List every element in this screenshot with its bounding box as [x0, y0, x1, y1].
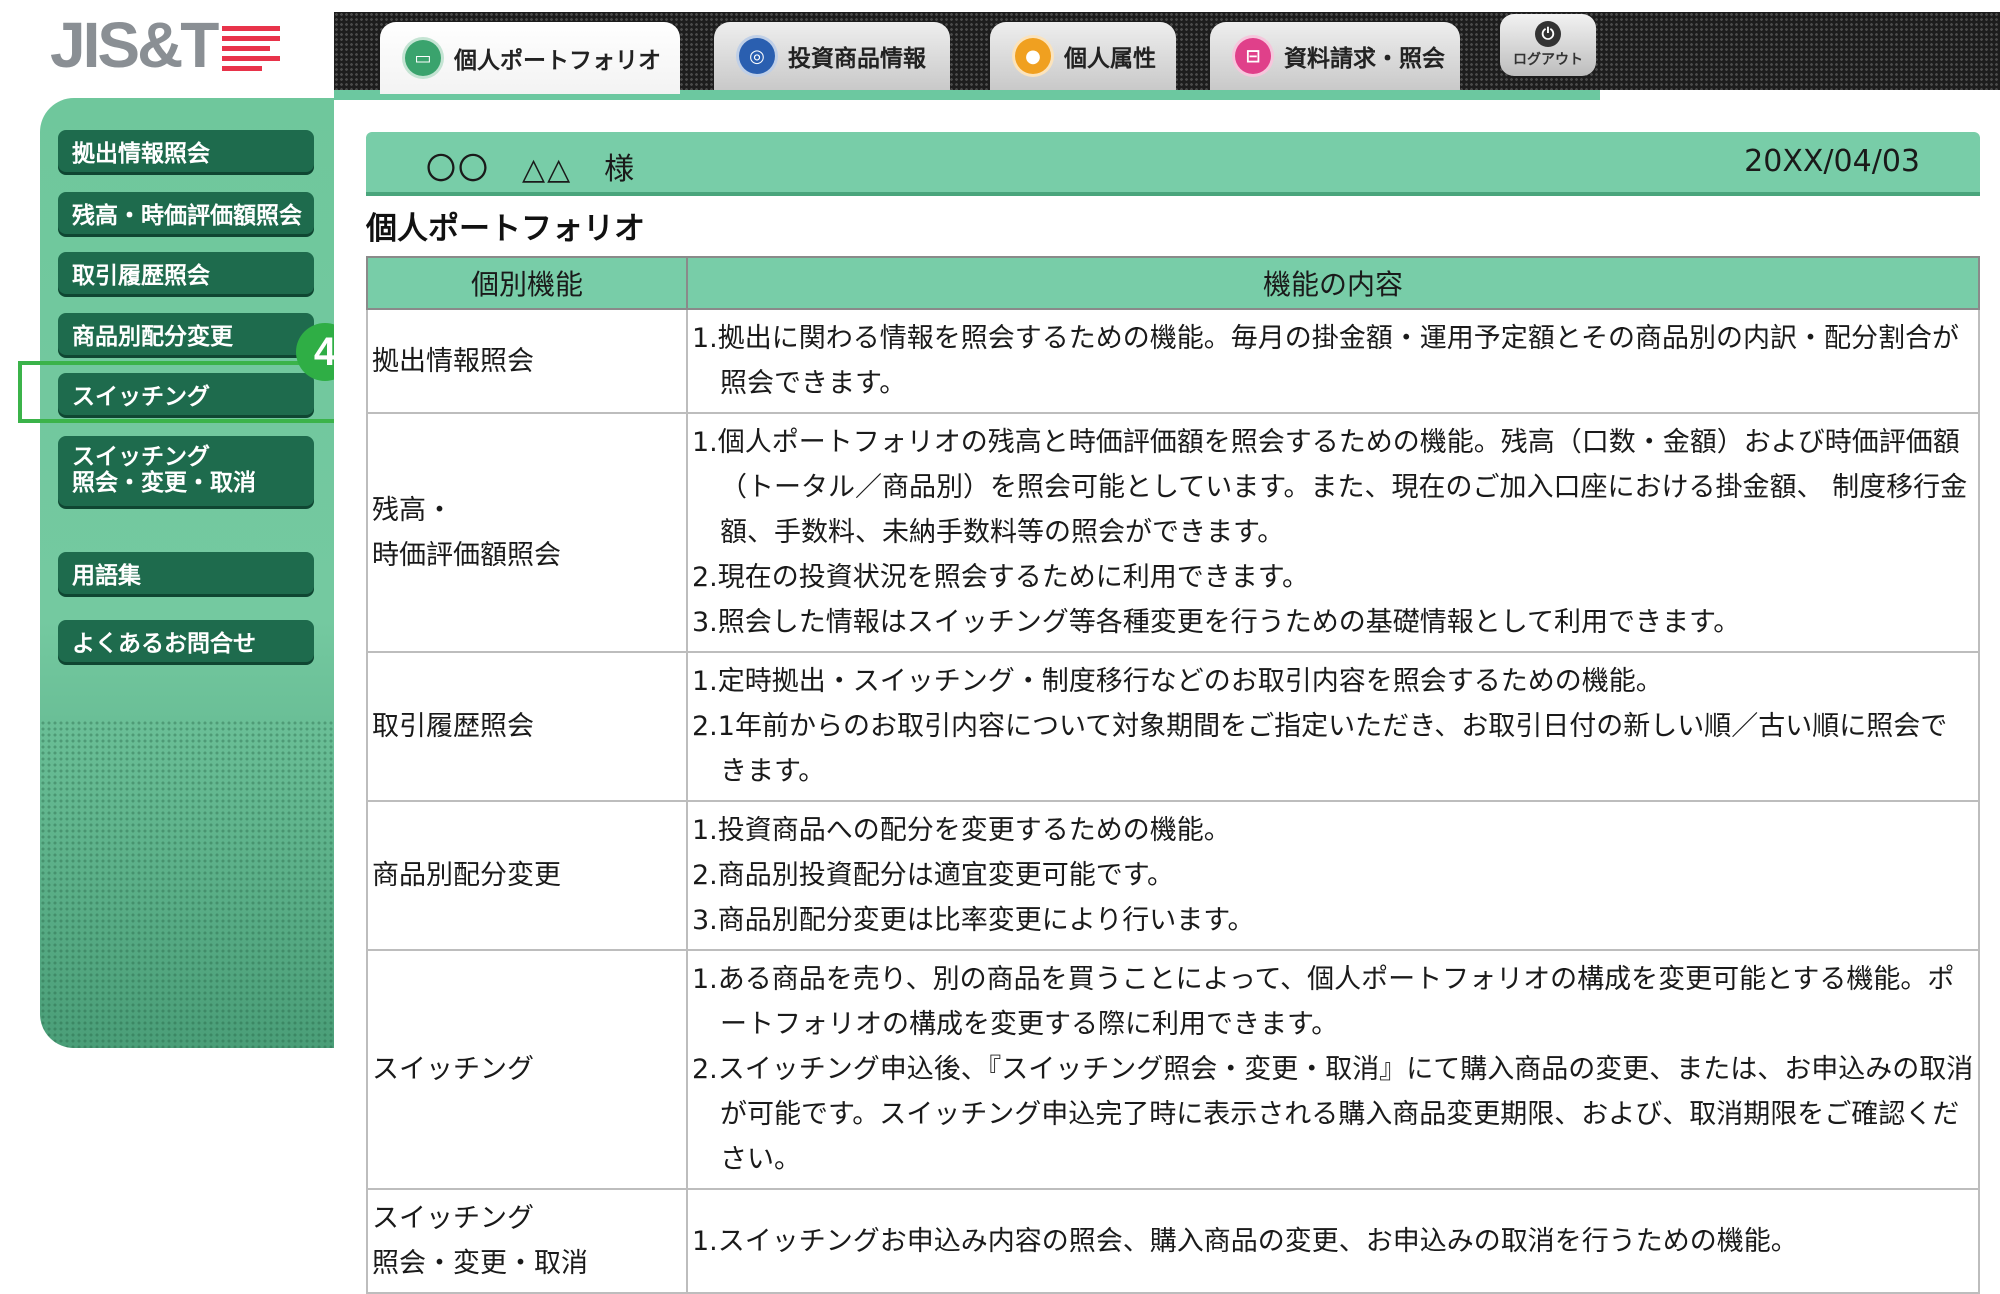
sidebar-item-transaction-history[interactable]: 取引履歴照会 — [58, 252, 314, 294]
function-table: 個別機能 機能の内容 拠出情報照会 1.拠出に関わる情報を照会するための機能。毎月… — [366, 256, 1980, 1294]
tab-personal-portfolio[interactable]: ▭ 個人ポートフォリオ — [380, 22, 680, 94]
function-description-cell: 1.定時拠出・スイッチング・制度移行などのお取引内容を照会するための機能。 2.1… — [686, 651, 1980, 802]
table-row: 残高・ 時価評価額照会 1.個人ポートフォリオの残高と時価評価額を照会するための機… — [366, 412, 1980, 653]
table-row: 拠出情報照会 1.拠出に関わる情報を照会するための機能。毎月の掛金額・運用予定額と… — [366, 308, 1980, 414]
description-item: 1.定時拠出・スイッチング・制度移行などのお取引内容を照会するための機能。 — [692, 666, 1663, 697]
description-item: 2.1年前からのお取引内容について対象期間をご指定いただき、お取引日付の新しい順… — [692, 711, 1948, 787]
description-item: 1.投資商品への配分を変更するための機能。 — [692, 815, 1231, 846]
description-item: 3.商品別配分変更は比率変更により行います。 — [692, 905, 1255, 936]
sidebar-item-faq[interactable]: よくあるお問合せ — [58, 620, 314, 662]
table-row: スイッチング 1.ある商品を売り、別の商品を買うことによって、個人ポートフォリオの… — [366, 949, 1980, 1190]
description-item: 1.ある商品を売り、別の商品を買うことによって、個人ポートフォリオの構成を変更可… — [692, 964, 1955, 1040]
tab-label: 資料請求・照会 — [1284, 46, 1445, 72]
description-item: 1.スイッチングお申込み内容の照会、購入商品の変更、お申込みの取消を行うための機… — [692, 1225, 1798, 1257]
sidebar-item-switching-inquiry[interactable]: スイッチング 照会・変更・取消 — [58, 436, 314, 506]
table-row: スイッチング 照会・変更・取消 1.スイッチングお申込み内容の照会、購入商品の変更… — [366, 1188, 1980, 1294]
person-icon: ● — [1012, 35, 1054, 77]
tab-personal-attributes[interactable]: ● 個人属性 — [990, 22, 1176, 90]
function-description-cell: 1.投資商品への配分を変更するための機能。 2.商品別投資配分は適宜変更可能です。… — [686, 800, 1980, 951]
description-item: 2.現在の投資状況を照会するために利用できます。 — [692, 562, 1310, 593]
logout-button[interactable]: ⏻ ログアウト — [1500, 14, 1596, 76]
description-item: 2.商品別投資配分は適宜変更可能です。 — [692, 860, 1175, 891]
table-row: 取引履歴照会 1.定時拠出・スイッチング・制度移行などのお取引内容を照会するための… — [366, 651, 1980, 802]
jist-logo: JIS&T — [50, 8, 300, 88]
user-info-bar: 〇〇 △△ 様 20XX/04/03 — [366, 132, 1980, 196]
function-name-cell: スイッチング 照会・変更・取消 — [366, 1188, 688, 1294]
page-title: 個人ポートフォリオ — [366, 211, 645, 247]
sidebar-item-glossary[interactable]: 用語集 — [58, 552, 314, 594]
column-header-function: 個別機能 — [366, 256, 688, 310]
sidebar-texture — [40, 720, 334, 1048]
user-name: 〇〇 △△ 様 — [426, 152, 637, 187]
function-description-cell: 1.ある商品を売り、別の商品を買うことによって、個人ポートフォリオの構成を変更可… — [686, 949, 1980, 1190]
logout-icon: ⏻ — [1535, 21, 1561, 47]
function-description-cell: 1.個人ポートフォリオの残高と時価評価額を照会するための機能。残高（口数・金額）… — [686, 412, 1980, 653]
tab-document-request[interactable]: ⊟ 資料請求・照会 — [1210, 22, 1460, 90]
switching-highlight-box — [18, 361, 344, 423]
description-item: 2.スイッチング申込後、『スイッチング照会・変更・取消』にて購入商品の変更、また… — [692, 1054, 1974, 1175]
function-description-cell: 1.拠出に関わる情報を照会するための機能。毎月の掛金額・運用予定額とその商品別の… — [686, 308, 1980, 414]
sidebar-item-allocation-change[interactable]: 商品別配分変更 — [58, 313, 314, 355]
description-item: 1.拠出に関わる情報を照会するための機能。毎月の掛金額・運用予定額とその商品別の… — [692, 323, 1959, 399]
column-header-description: 機能の内容 — [686, 256, 1980, 310]
table-header-row: 個別機能 機能の内容 — [366, 256, 1980, 310]
function-name-cell: 取引履歴照会 — [366, 651, 688, 802]
function-name-cell: 残高・ 時価評価額照会 — [366, 412, 688, 653]
tab-investment-products[interactable]: ◎ 投資商品情報 — [714, 22, 950, 90]
sidebar-item-balance-inquiry[interactable]: 残高・時価評価額照会 — [58, 192, 314, 234]
portfolio-icon: ▭ — [402, 37, 444, 79]
tab-label: 個人ポートフォリオ — [454, 48, 661, 74]
tab-label: 個人属性 — [1064, 46, 1156, 72]
tab-label: 投資商品情報 — [788, 46, 926, 72]
logo-text: JIS&T — [50, 9, 219, 81]
logo-stripes — [222, 26, 280, 76]
investment-product-icon: ◎ — [736, 35, 778, 77]
function-description-cell: 1.スイッチングお申込み内容の照会、購入商品の変更、お申込みの取消を行うための機… — [686, 1188, 1980, 1294]
logout-label: ログアウト — [1513, 52, 1583, 68]
function-name-cell: スイッチング — [366, 949, 688, 1190]
table-row: 商品別配分変更 1.投資商品への配分を変更するための機能。 2.商品別投資配分は適宜… — [366, 800, 1980, 951]
description-item: 3.照会した情報はスイッチング等各種変更を行うための基礎情報として利用できます。 — [692, 607, 1741, 638]
function-name-cell: 商品別配分変更 — [366, 800, 688, 951]
sidebar-item-contribution-inquiry[interactable]: 拠出情報照会 — [58, 130, 314, 172]
function-name-cell: 拠出情報照会 — [366, 308, 688, 414]
description-item: 1.個人ポートフォリオの残高と時価評価額を照会するための機能。残高（口数・金額）… — [692, 427, 1968, 548]
document-request-icon: ⊟ — [1232, 35, 1274, 77]
current-date: 20XX/04/03 — [1744, 144, 1920, 179]
